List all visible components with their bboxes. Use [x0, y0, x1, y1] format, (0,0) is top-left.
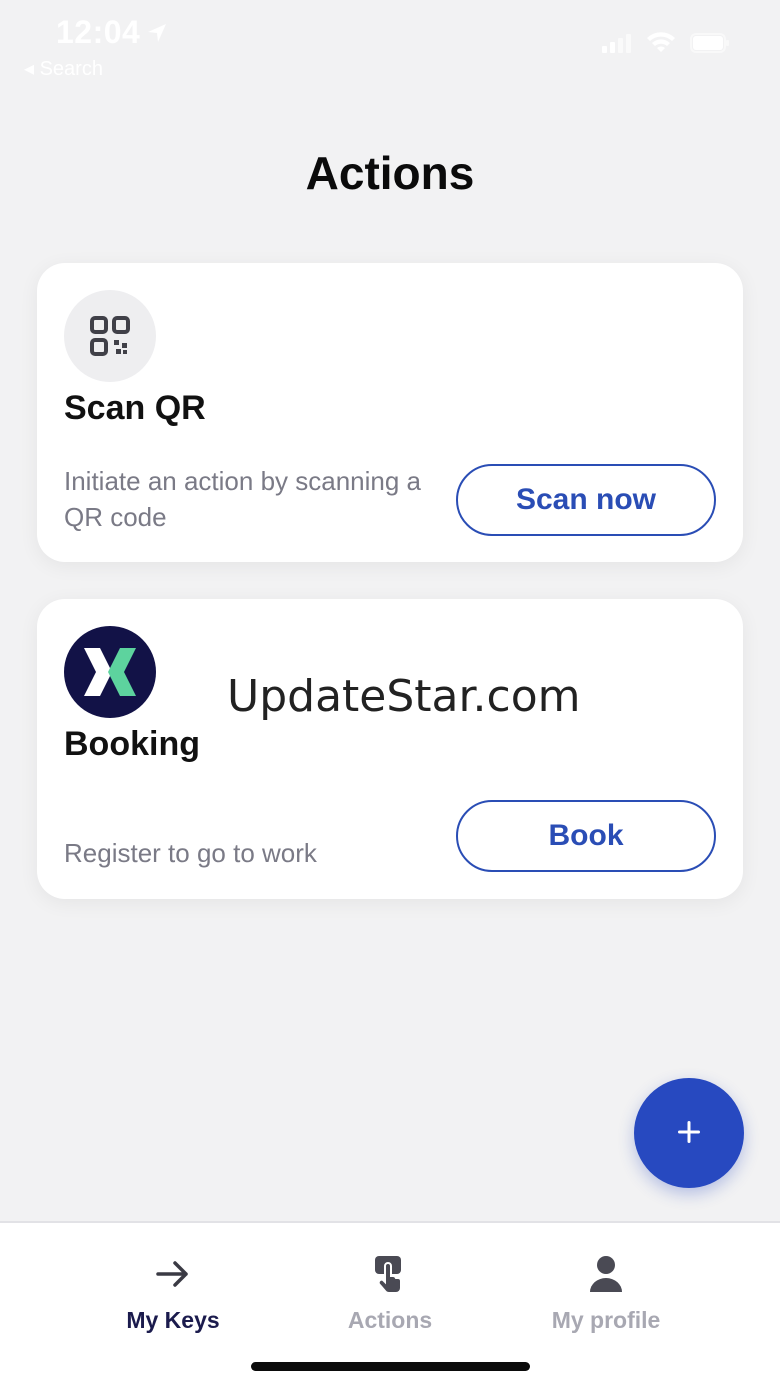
scan-now-button[interactable]: Scan now — [456, 464, 716, 536]
booking-card: Booking UpdateStar.com Register to go to… — [37, 599, 743, 899]
status-time: 12:04 — [56, 14, 141, 50]
tap-hand-icon — [373, 1253, 407, 1295]
status-bar: 12:04 ◂ Search — [0, 0, 780, 90]
tab-actions[interactable]: Actions — [290, 1253, 490, 1334]
tab-label: My Keys — [126, 1307, 220, 1333]
wifi-icon — [646, 32, 676, 59]
card-description: Initiate an action by scanning a QR code — [64, 466, 422, 532]
battery-icon — [690, 33, 730, 58]
tab-label: Actions — [347, 1307, 433, 1333]
card-title: Booking — [64, 725, 200, 763]
back-to-search-link[interactable]: ◂ Search — [24, 56, 103, 81]
card-description: Register to go to work — [64, 838, 317, 868]
tab-label: My profile — [551, 1307, 661, 1333]
add-fab-button[interactable] — [634, 1078, 744, 1188]
card-title: Scan QR — [64, 389, 206, 427]
person-icon — [588, 1253, 624, 1295]
booking-logo-icon — [64, 626, 156, 718]
tab-my-keys[interactable]: My Keys — [73, 1253, 273, 1334]
arrow-right-icon — [155, 1253, 191, 1295]
cellular-signal-icon — [602, 33, 632, 58]
home-indicator[interactable] — [251, 1362, 530, 1371]
status-icons — [602, 32, 730, 59]
book-button[interactable]: Book — [456, 800, 716, 872]
watermark-text: UpdateStar.com — [227, 671, 581, 722]
location-arrow-icon — [146, 22, 168, 49]
plus-icon — [676, 1119, 702, 1148]
qr-code-icon — [64, 290, 156, 382]
page-title: Actions — [305, 147, 475, 199]
tab-my-profile[interactable]: My profile — [506, 1253, 706, 1334]
scan-qr-card: Scan QR Initiate an action by scanning a… — [37, 263, 743, 562]
